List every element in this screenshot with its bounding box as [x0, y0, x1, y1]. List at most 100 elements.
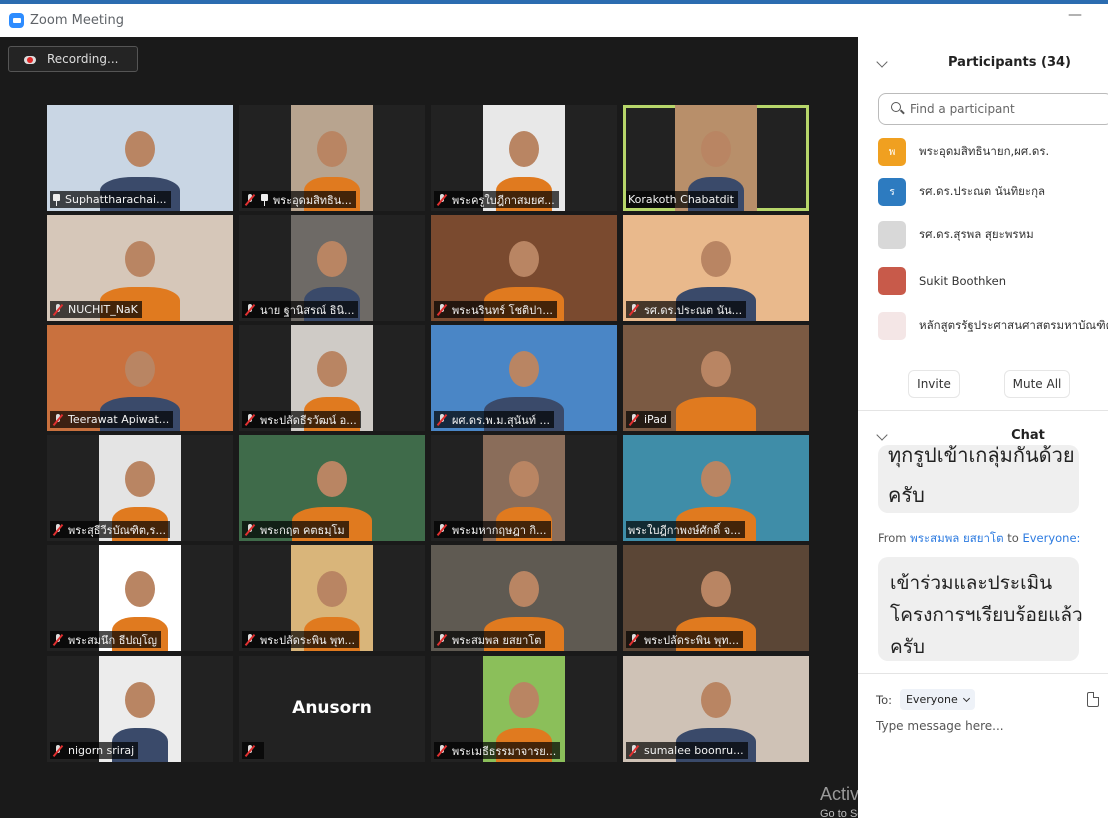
mute-all-button[interactable]: Mute All	[1004, 370, 1070, 398]
mic-muted-icon	[436, 413, 448, 426]
video-tile[interactable]: nigorn sriraj	[47, 656, 233, 762]
video-tile[interactable]: พระอุดมสิทธิน...	[239, 105, 425, 211]
recipient-select[interactable]: Everyone	[899, 689, 975, 710]
minimize-button[interactable]: —	[1068, 7, 1082, 23]
person-head	[125, 351, 155, 387]
mic-muted-icon	[52, 523, 64, 536]
video-tile[interactable]: พระกฤต คตธมฺโม	[239, 435, 425, 541]
participant-name: พระมหากฤษฎา กิ...	[452, 523, 547, 537]
avatar-initial: พ	[888, 146, 896, 158]
person-head	[317, 571, 347, 607]
video-tile[interactable]: Anusorn	[239, 656, 425, 762]
recipient-value: Everyone	[905, 693, 958, 706]
person-head	[701, 571, 731, 607]
collapse-chevron-icon[interactable]	[876, 56, 888, 68]
mic-muted-icon	[628, 303, 640, 316]
tile-name-label: พระสมนึก ธีปญฺโญ	[50, 631, 162, 648]
participant-name: พระเมธีธรรมาจารย...	[452, 744, 557, 758]
person-head	[509, 571, 539, 607]
mic-muted-icon	[628, 413, 640, 426]
chat-message: เข้าร่วมและประเมิน โครงการฯเรียบร้อยแล้ว…	[878, 557, 1083, 661]
tile-name-label: NUCHIT_NaK	[50, 301, 142, 318]
video-tile[interactable]: iPad	[623, 325, 809, 431]
file-icon[interactable]	[1087, 692, 1099, 707]
recording-label: Recording...	[47, 52, 119, 66]
video-tile[interactable]: NUCHIT_NaK	[47, 215, 233, 321]
mic-muted-icon	[436, 193, 448, 206]
participant-list-name: รศ.ดร.สุรพล สุยะพรหม	[919, 227, 1034, 241]
participant-row[interactable]: พ พระอุดมสิทธินายก,ผศ.ดร.	[878, 137, 1108, 167]
cloud-record-icon	[23, 54, 37, 64]
avatar	[878, 221, 906, 249]
participant-search[interactable]: Find a participant	[878, 93, 1108, 125]
mic-muted-icon	[244, 744, 256, 757]
collapse-chevron-icon[interactable]	[876, 429, 888, 441]
chat-message-input[interactable]	[876, 719, 1096, 733]
video-tile[interactable]: นาย ฐานิสรณ์ ธินิ...	[239, 215, 425, 321]
video-tile[interactable]: ผศ.ดร.พ.ม.สุนันท์ ...	[431, 325, 617, 431]
mic-muted-icon	[628, 633, 640, 646]
recording-indicator[interactable]: Recording...	[8, 46, 138, 72]
video-tile[interactable]: พระปลัดระพิน พุท...	[239, 545, 425, 651]
tile-name-label: พระอุดมสิทธิน...	[242, 191, 356, 208]
participant-name: พระสุธีวีรบัณฑิต,ร...	[68, 523, 166, 537]
mic-muted-icon	[244, 193, 256, 206]
chat-sender[interactable]: พระสมพล ยสยาโต	[910, 531, 1003, 545]
participant-name: นาย ฐานิสรณ์ ธินิ...	[260, 303, 355, 317]
tile-name-label: พระกฤต คตธมฺโม	[242, 521, 349, 538]
video-tile[interactable]: Teerawat Apiwat...	[47, 325, 233, 431]
participant-name: พระนรินทร์ โชติปา...	[452, 303, 553, 317]
participant-name: พระปลัดระพิน พุท...	[260, 633, 356, 647]
video-tile[interactable]: รศ.ดร.ประณต นัน...	[623, 215, 809, 321]
participant-name: พระครูใบฎีกาสมยศ...	[452, 193, 555, 207]
tile-name-label: nigorn sriraj	[50, 742, 139, 759]
tile-name-label: รศ.ดร.ประณต นัน...	[626, 301, 747, 318]
mic-muted-icon	[244, 633, 256, 646]
participant-name: พระสมนึก ธีปญฺโญ	[68, 633, 158, 647]
participant-row[interactable]: หลักสูตรรัฐประศาสนศาสตรมหาบัณฑิต	[878, 311, 1108, 341]
tile-name-label: พระปลัดระพิน พุท...	[626, 631, 744, 648]
participants-header[interactable]: Participants (34)	[858, 44, 1108, 80]
tile-name-label: พระสุธีวีรบัณฑิต,ร...	[50, 521, 170, 538]
participant-row[interactable]: Sukit Boothken	[878, 266, 1108, 296]
person-head	[317, 461, 347, 497]
video-tile[interactable]: พระปลัดระพิน พุท...	[623, 545, 809, 651]
tile-name-label: พระมหากฤษฎา กิ...	[434, 521, 551, 538]
invite-button[interactable]: Invite	[908, 370, 960, 398]
pin-icon	[260, 193, 269, 206]
video-tile[interactable]: พระสมพล ยสยาโต	[431, 545, 617, 651]
video-tile[interactable]: พระสุธีวีรบัณฑิต,ร...	[47, 435, 233, 541]
video-tile[interactable]: พระมหากฤษฎา กิ...	[431, 435, 617, 541]
chat-recipient[interactable]: Everyone:	[1022, 531, 1080, 545]
tile-name-label: นาย ฐานิสรณ์ ธินิ...	[242, 301, 359, 318]
video-tile[interactable]: พระครูใบฎีกาสมยศ...	[431, 105, 617, 211]
mic-muted-icon	[52, 744, 64, 757]
tile-name-label: พระใบฎีกาพงษ์ศักดิ์ จ...	[626, 521, 745, 538]
video-tile[interactable]: พระสมนึก ธีปญฺโญ	[47, 545, 233, 651]
tile-name-label: sumalee boonru...	[626, 742, 748, 759]
participant-name: Teerawat Apiwat...	[68, 413, 170, 426]
participant-row[interactable]: ร รศ.ดร.ประณต นันทิยะกุล	[878, 177, 1108, 207]
participant-name: iPad	[644, 413, 667, 426]
to-label: To:	[876, 692, 892, 707]
video-tile[interactable]: พระใบฎีกาพงษ์ศักดิ์ จ...	[623, 435, 809, 541]
video-tile[interactable]: Korakoth Chabatdit	[623, 105, 809, 211]
participant-list-name: หลักสูตรรัฐประศาสนศาสตรมหาบัณฑิต	[919, 318, 1108, 332]
participant-name: พระกฤต คตธมฺโม	[260, 523, 345, 537]
participant-name: NUCHIT_NaK	[68, 303, 138, 316]
video-tile[interactable]: พระปลัดธีรวัฒน์ อ...	[239, 325, 425, 431]
chat-message-text: ทุกรูปเข้าเกลุ่มกันด้วย	[888, 445, 1075, 467]
chat-sender-line: From พระสมพล ยสยาโต to Everyone:	[878, 530, 1080, 548]
from-prefix: From	[878, 531, 911, 545]
participant-name: พระปลัดธีรวัฒน์ อ...	[260, 413, 357, 427]
person-head	[125, 571, 155, 607]
avatar	[878, 267, 906, 295]
video-tile[interactable]: พระเมธีธรรมาจารย...	[431, 656, 617, 762]
tile-name-label: Teerawat Apiwat...	[50, 411, 174, 428]
participant-list-name: พระอุดมสิทธินายก,ผศ.ดร.	[919, 144, 1050, 158]
participant-row[interactable]: รศ.ดร.สุรพล สุยะพรหม	[878, 220, 1108, 250]
video-tile[interactable]: พระนรินทร์ โชติปา...	[431, 215, 617, 321]
video-tile[interactable]: sumalee boonru...	[623, 656, 809, 762]
participant-name-placeholder: Anusorn	[292, 698, 372, 718]
video-tile[interactable]: Suphattharachai...	[47, 105, 233, 211]
